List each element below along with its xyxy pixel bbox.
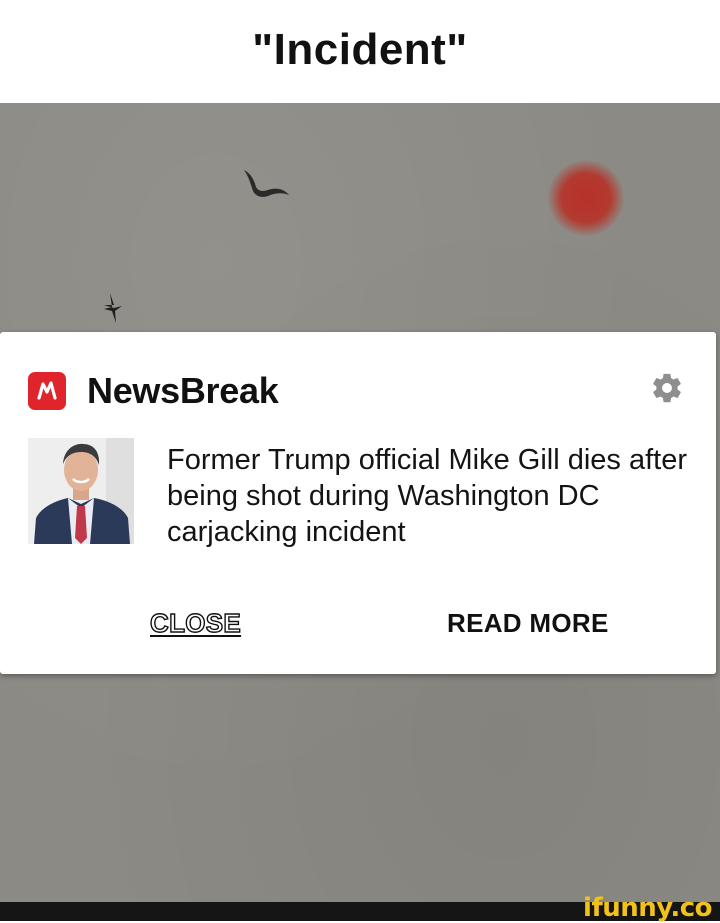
bird-silhouette: [104, 293, 122, 323]
ifunny-watermark: ifunny.co: [583, 893, 712, 923]
news-headline[interactable]: Former Trump official Mike Gill dies aft…: [167, 442, 687, 550]
app-name: NewsBreak: [87, 370, 279, 411]
watermark-bar: ifunny.co: [0, 895, 720, 921]
caption-text: "Incident": [252, 24, 468, 74]
bird-silhouette: [244, 170, 289, 197]
news-thumbnail[interactable]: [28, 438, 134, 544]
gear-icon[interactable]: [650, 371, 684, 405]
read-more-button[interactable]: READ MORE: [447, 608, 609, 639]
news-notification-dialog: NewsBreak Former Trump official Mike Gil…: [0, 332, 716, 674]
portrait-photo: [28, 438, 134, 544]
meme-caption: "Incident": [0, 0, 720, 103]
newsbreak-logo-icon: [28, 372, 66, 410]
red-sun: [548, 160, 624, 236]
app-header: NewsBreak: [28, 370, 279, 412]
close-button[interactable]: CLOSE: [149, 607, 241, 639]
